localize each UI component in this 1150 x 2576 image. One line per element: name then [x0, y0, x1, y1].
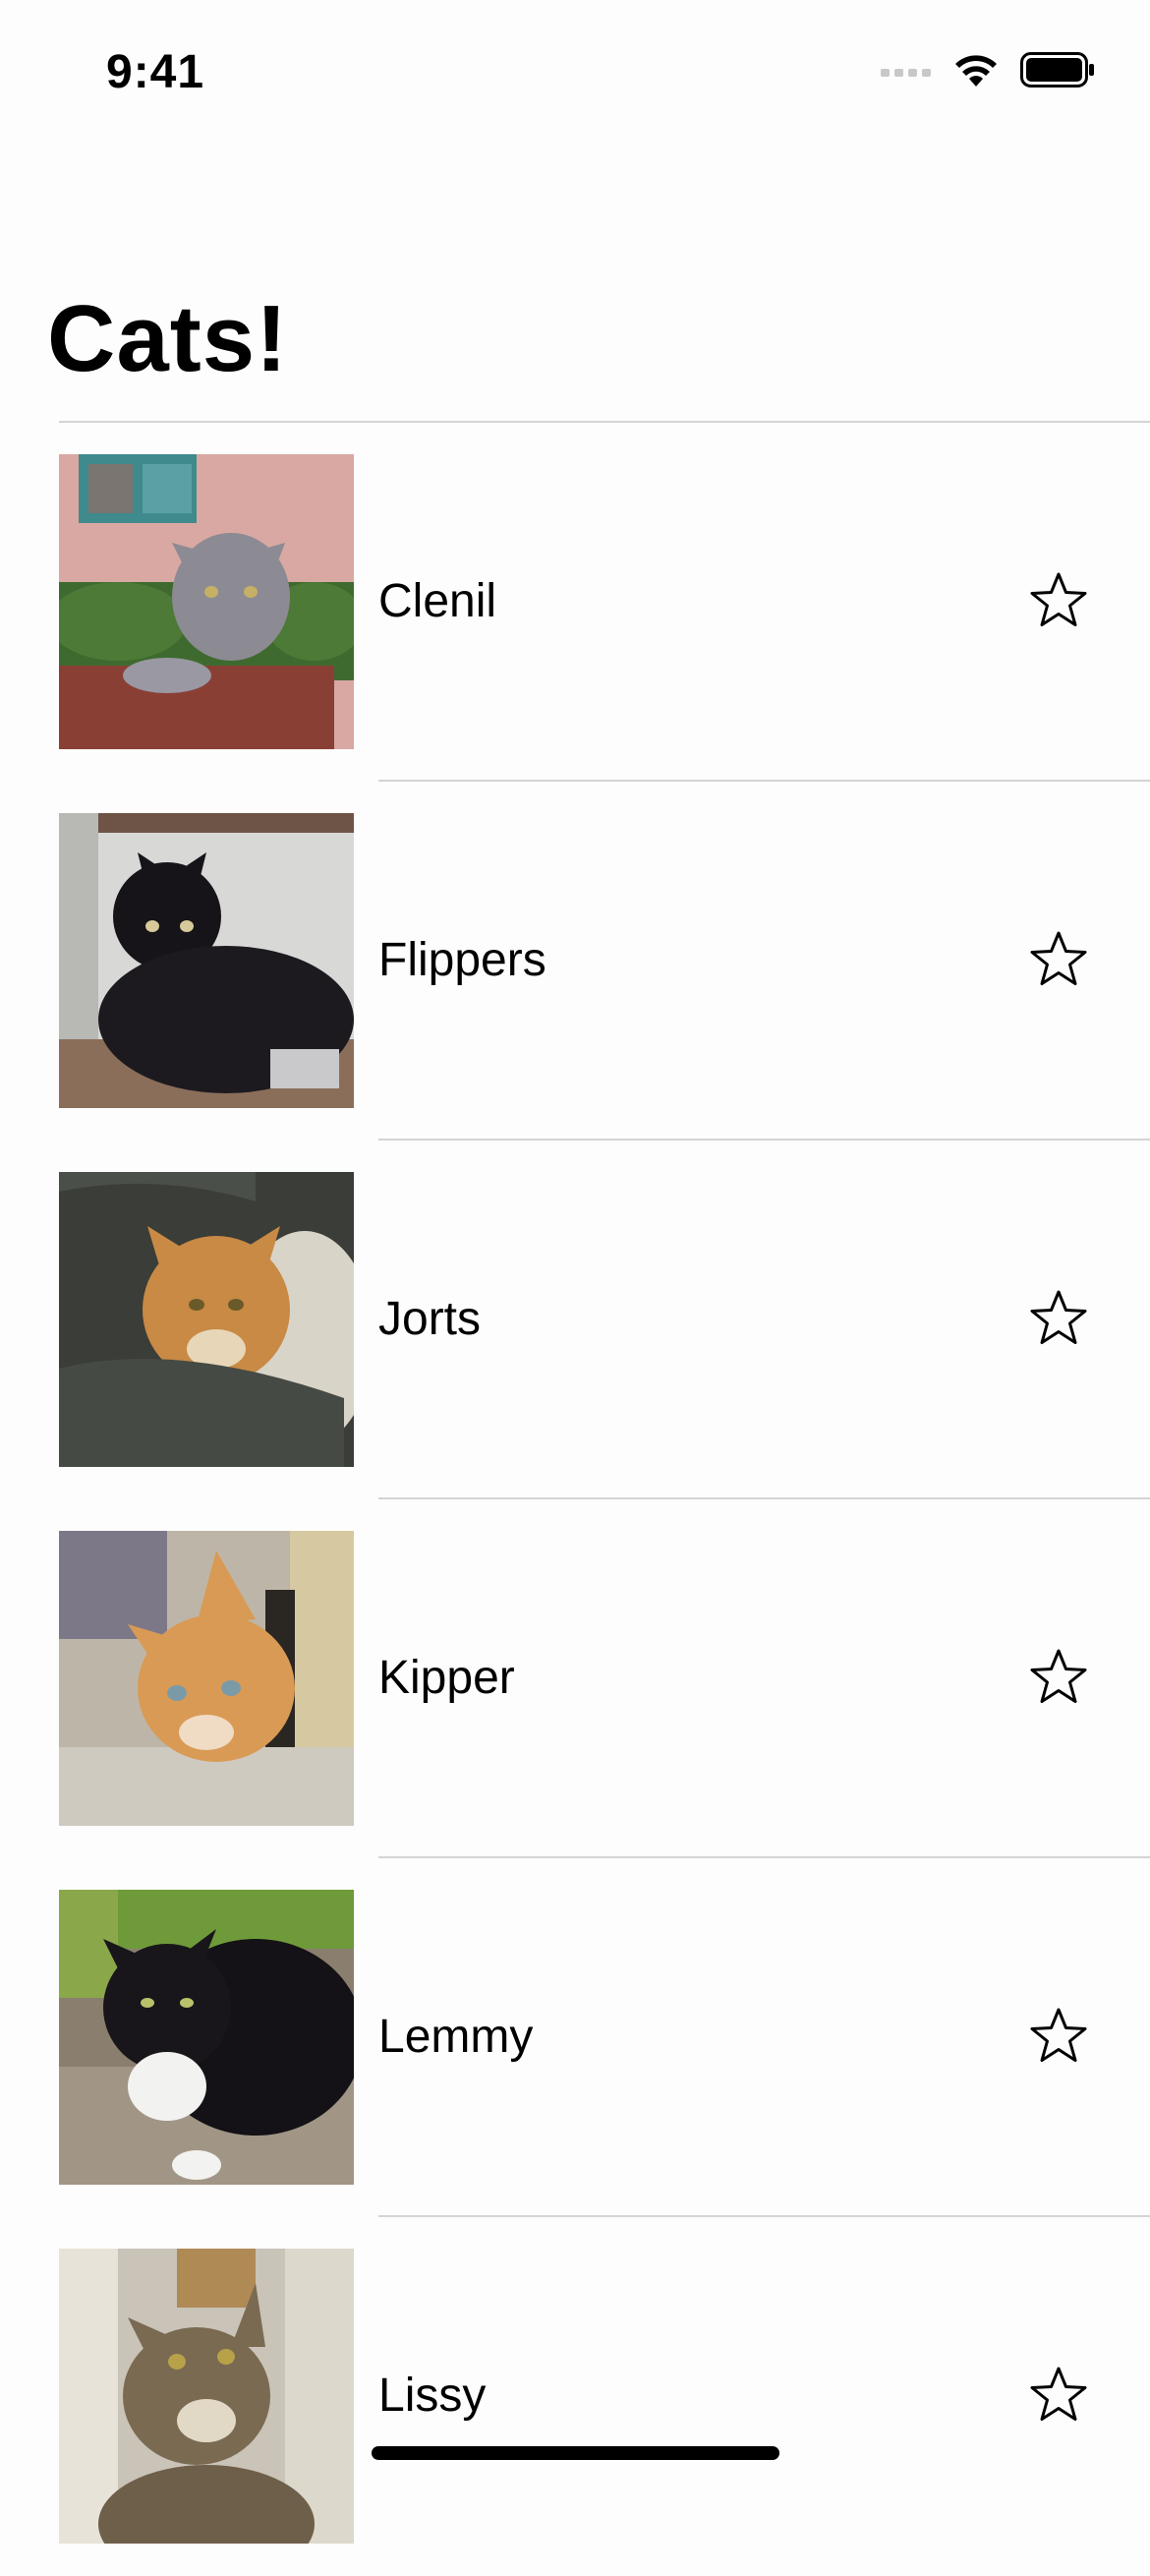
list-item[interactable]: Jorts: [0, 1141, 1150, 1499]
tabby-cat-photo: [59, 2249, 354, 2544]
favorite-button[interactable]: [1024, 2006, 1093, 2071]
list-item[interactable]: Lissy: [0, 2217, 1150, 2576]
cat-name: Lemmy: [378, 2011, 534, 2063]
star-outline-icon: [1028, 1648, 1089, 1712]
wifi-icon: [951, 51, 1001, 93]
cellular-signal-icon: [881, 63, 932, 82]
orange-cat-in-blanket-photo: [59, 1172, 354, 1467]
cat-list[interactable]: Clenil Flippers Jorts Kipper Lemmy Lissy: [0, 423, 1150, 2576]
cat-name: Lissy: [378, 2370, 487, 2422]
star-outline-icon: [1028, 1289, 1089, 1353]
favorite-button[interactable]: [1024, 1647, 1093, 1712]
black-cat-photo: [59, 813, 354, 1108]
status-bar: 9:41: [0, 0, 1150, 147]
star-outline-icon: [1028, 2007, 1089, 2071]
battery-icon: [1020, 52, 1095, 92]
star-outline-icon: [1028, 2366, 1089, 2430]
list-item[interactable]: Kipper: [0, 1499, 1150, 1858]
tuxedo-cat-photo: [59, 1890, 354, 2185]
cat-name: Jorts: [378, 1293, 482, 1345]
status-icons: [881, 51, 1095, 93]
favorite-button[interactable]: [1024, 929, 1093, 994]
list-item[interactable]: Flippers: [0, 782, 1150, 1141]
status-time: 9:41: [106, 46, 205, 98]
star-outline-icon: [1028, 571, 1089, 635]
cat-name: Kipper: [378, 1652, 515, 1704]
list-item[interactable]: Lemmy: [0, 1858, 1150, 2217]
grey-tabby-cat-photo: [59, 454, 354, 749]
orange-kitten-photo: [59, 1531, 354, 1826]
home-indicator[interactable]: [372, 2446, 779, 2460]
cat-name: Clenil: [378, 575, 497, 627]
cat-name: Flippers: [378, 934, 546, 986]
favorite-button[interactable]: [1024, 570, 1093, 635]
favorite-button[interactable]: [1024, 2365, 1093, 2430]
page-title: Cats!: [47, 286, 289, 391]
star-outline-icon: [1028, 930, 1089, 994]
favorite-button[interactable]: [1024, 1288, 1093, 1353]
list-item[interactable]: Clenil: [0, 423, 1150, 782]
